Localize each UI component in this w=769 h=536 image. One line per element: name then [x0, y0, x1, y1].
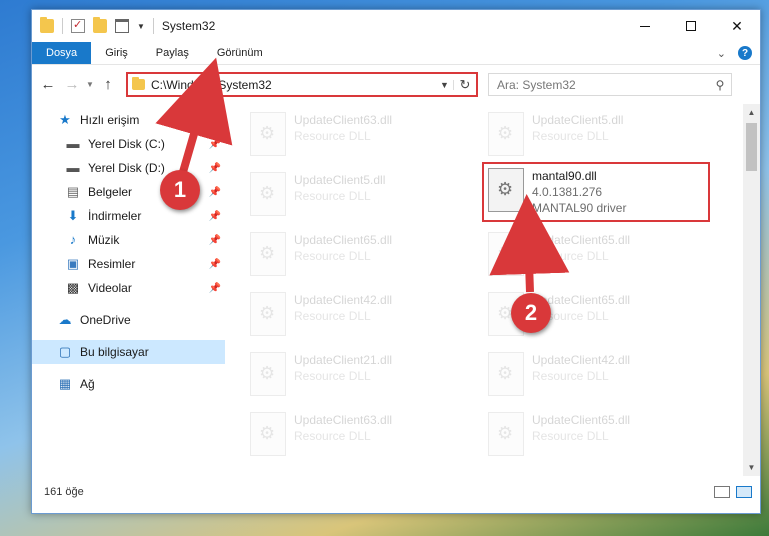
arrow-to-address-bar: [155, 57, 233, 174]
step-badge-2: 2: [511, 293, 551, 333]
step-badge-1: 1: [160, 170, 200, 210]
arrow-to-highlighted-file: [489, 194, 570, 293]
annotation-arrows: [155, 57, 570, 293]
